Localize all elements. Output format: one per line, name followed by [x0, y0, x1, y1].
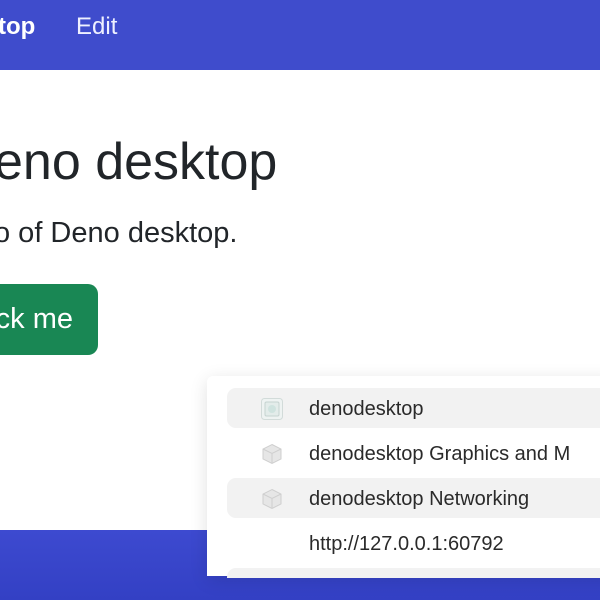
menu-item-label: denodesktop	[309, 398, 424, 420]
nav-link-edit[interactable]: Edit	[76, 13, 117, 41]
menu-item-networking[interactable]: denodesktop Networking	[227, 478, 600, 518]
menu-item-denodesktop[interactable]: denodesktop	[227, 388, 600, 428]
context-menu: denodesktop denodesktop Graphics and M d…	[207, 376, 600, 578]
menu-item-partial[interactable]	[227, 568, 600, 578]
menu-item-label: denodesktop Graphics and M	[309, 443, 571, 465]
cube-icon	[262, 488, 282, 510]
menu-item-label: denodesktop Networking	[309, 488, 530, 510]
cube-icon	[262, 443, 282, 465]
page-title: eno desktop	[0, 133, 278, 191]
menu-item-graphics[interactable]: denodesktop Graphics and M	[227, 433, 600, 473]
navbar: top Edit	[0, 0, 600, 70]
app-window: top Edit eno desktop o of Deno desktop. …	[0, 0, 600, 600]
navbar-brand[interactable]: top	[0, 13, 35, 41]
server-url[interactable]: http://127.0.0.1:60792	[309, 532, 504, 556]
click-me-button[interactable]: ck me	[0, 284, 98, 355]
app-icon	[261, 398, 283, 420]
page-subtitle: o of Deno desktop.	[0, 217, 238, 249]
